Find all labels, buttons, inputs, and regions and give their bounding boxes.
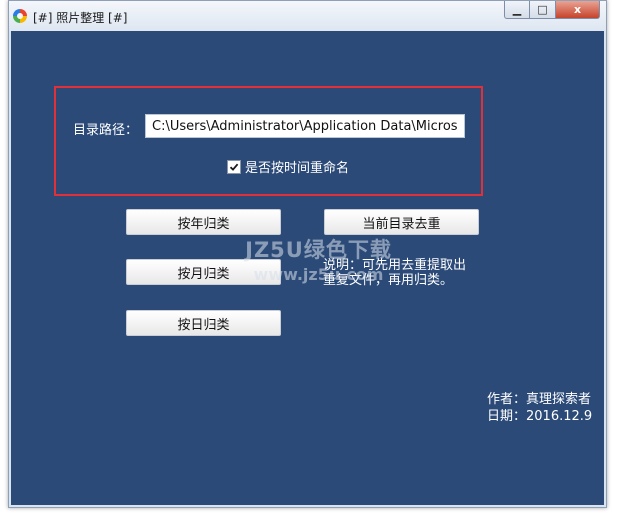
group-by-year-button[interactable]: 按年归类 bbox=[126, 209, 281, 235]
client-area: 目录路径： 是否按时间重命名 按年归类 当前目录去重 按月归类 按日归类 说明：… bbox=[11, 31, 604, 505]
maximize-button[interactable]: □ bbox=[530, 1, 556, 19]
group-by-day-button[interactable]: 按日归类 bbox=[126, 310, 281, 336]
note-line-1: 说明：可先用去重提取出 bbox=[323, 258, 467, 273]
window-controls: ▁ □ x bbox=[504, 1, 600, 21]
close-button[interactable]: x bbox=[556, 1, 600, 19]
title-bar[interactable]: [#] 照片整理 [#] ▁ □ x bbox=[9, 1, 606, 31]
checkbox-box[interactable] bbox=[227, 159, 241, 174]
window-title: [#] 照片整理 [#] bbox=[33, 11, 128, 25]
usage-note: 说明：可先用去重提取出 重复文件，再用归类。 bbox=[323, 258, 488, 288]
path-settings-group: 目录路径： 是否按时间重命名 bbox=[54, 86, 483, 196]
date-text: 日期：2016.12.9 bbox=[487, 409, 593, 424]
maximize-icon: □ bbox=[537, 3, 548, 16]
group-by-month-button[interactable]: 按月归类 bbox=[126, 259, 281, 285]
path-input[interactable] bbox=[145, 114, 465, 138]
note-line-2: 重复文件，再用归类。 bbox=[323, 273, 454, 288]
app-icon bbox=[13, 9, 27, 23]
rename-by-time-checkbox[interactable]: 是否按时间重命名 bbox=[227, 157, 349, 176]
path-label: 目录路径： bbox=[73, 123, 139, 138]
author-text: 作者：真理探索者 bbox=[487, 392, 592, 407]
check-icon bbox=[229, 163, 239, 171]
dedupe-current-dir-button[interactable]: 当前目录去重 bbox=[324, 209, 479, 235]
minimize-button[interactable]: ▁ bbox=[504, 1, 530, 19]
close-icon: x bbox=[573, 3, 582, 16]
rename-checkbox-label: 是否按时间重命名 bbox=[245, 161, 350, 176]
app-window: [#] 照片整理 [#] ▁ □ x 目录路径： 是否按时间 bbox=[8, 0, 607, 508]
minimize-icon: ▁ bbox=[512, 3, 522, 16]
credits: 作者：真理探索者 日期：2016.12.9 bbox=[487, 391, 592, 425]
